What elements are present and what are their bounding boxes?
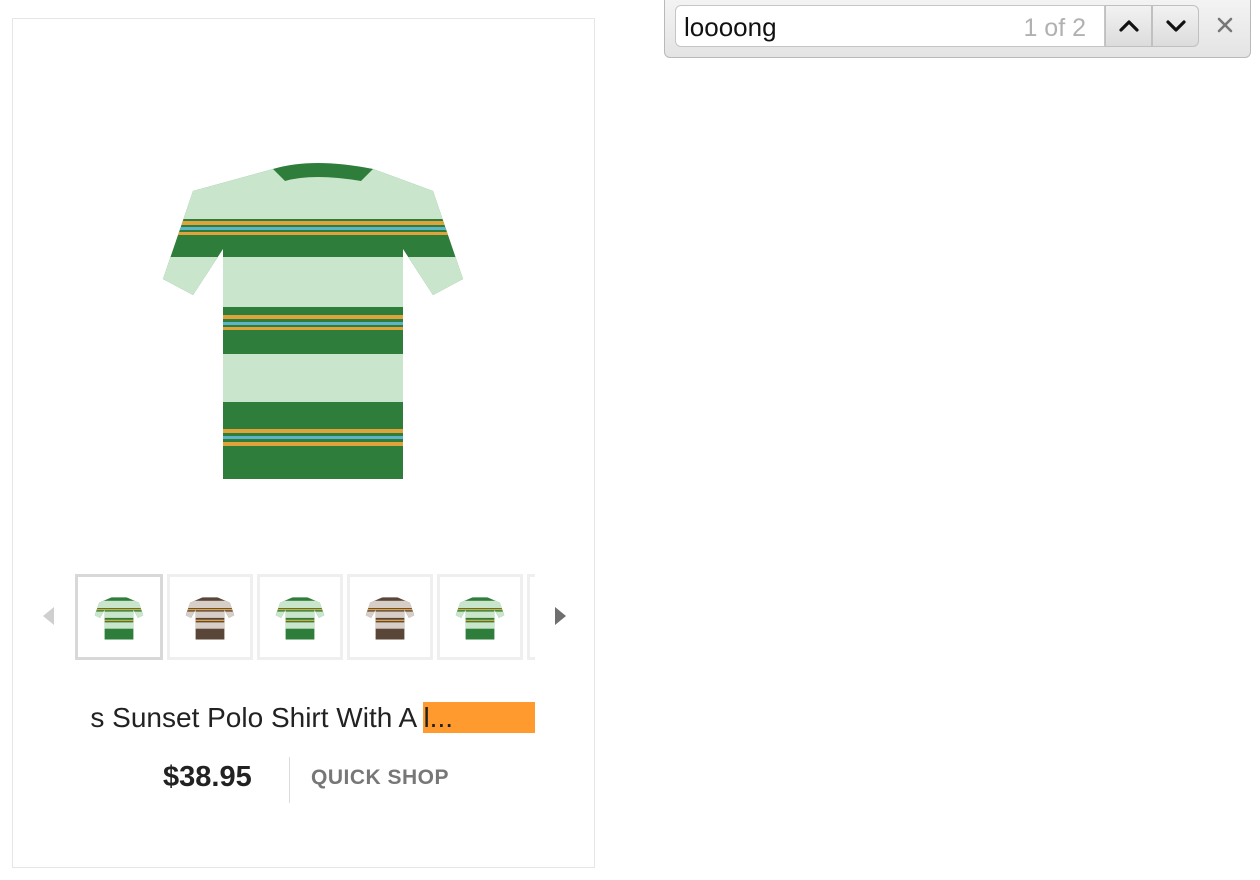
find-query: loooong — [684, 12, 777, 42]
thumbnail-6[interactable] — [527, 574, 535, 660]
quick-shop-button[interactable]: QUICK SHOP — [311, 766, 449, 790]
product-card: s Sunset Polo Shirt With A l... $38.95 Q… — [12, 18, 595, 868]
thumbnail-1[interactable] — [75, 574, 163, 660]
find-next-button[interactable] — [1152, 5, 1199, 47]
price-divider — [289, 757, 290, 803]
close-icon — [1217, 17, 1233, 33]
find-match-count: 1 of 2 — [1023, 14, 1086, 42]
thumbnail-carousel — [75, 574, 535, 664]
thumbnail-prev-arrow[interactable] — [43, 607, 54, 625]
shirt-thumbnail-image — [185, 597, 235, 640]
thumbnail-next-arrow[interactable] — [555, 607, 566, 625]
find-match-highlight: l... — [423, 702, 535, 733]
find-input[interactable]: loooong 1 of 2 — [675, 5, 1105, 47]
product-title-text: s Sunset Polo Shirt With A — [90, 702, 424, 733]
chevron-up-icon — [1118, 20, 1139, 32]
shirt-thumbnail-image — [365, 597, 415, 640]
shirt-thumbnail-image — [455, 597, 505, 640]
thumbnail-4[interactable] — [347, 574, 433, 660]
thumbnail-2[interactable] — [167, 574, 253, 660]
find-previous-button[interactable] — [1105, 5, 1152, 47]
thumbnail-3[interactable] — [257, 574, 343, 660]
thumbnail-5[interactable] — [437, 574, 523, 660]
find-bar: loooong 1 of 2 — [664, 0, 1251, 58]
chevron-down-icon — [1165, 20, 1186, 32]
shirt-thumbnail-image — [94, 597, 144, 640]
shirt-thumbnail-image — [275, 597, 325, 640]
find-close-button[interactable] — [1213, 13, 1237, 37]
product-main-image[interactable] — [133, 129, 493, 489]
product-title[interactable]: s Sunset Polo Shirt With A l... — [73, 699, 535, 739]
product-price: $38.95 — [163, 761, 252, 793]
